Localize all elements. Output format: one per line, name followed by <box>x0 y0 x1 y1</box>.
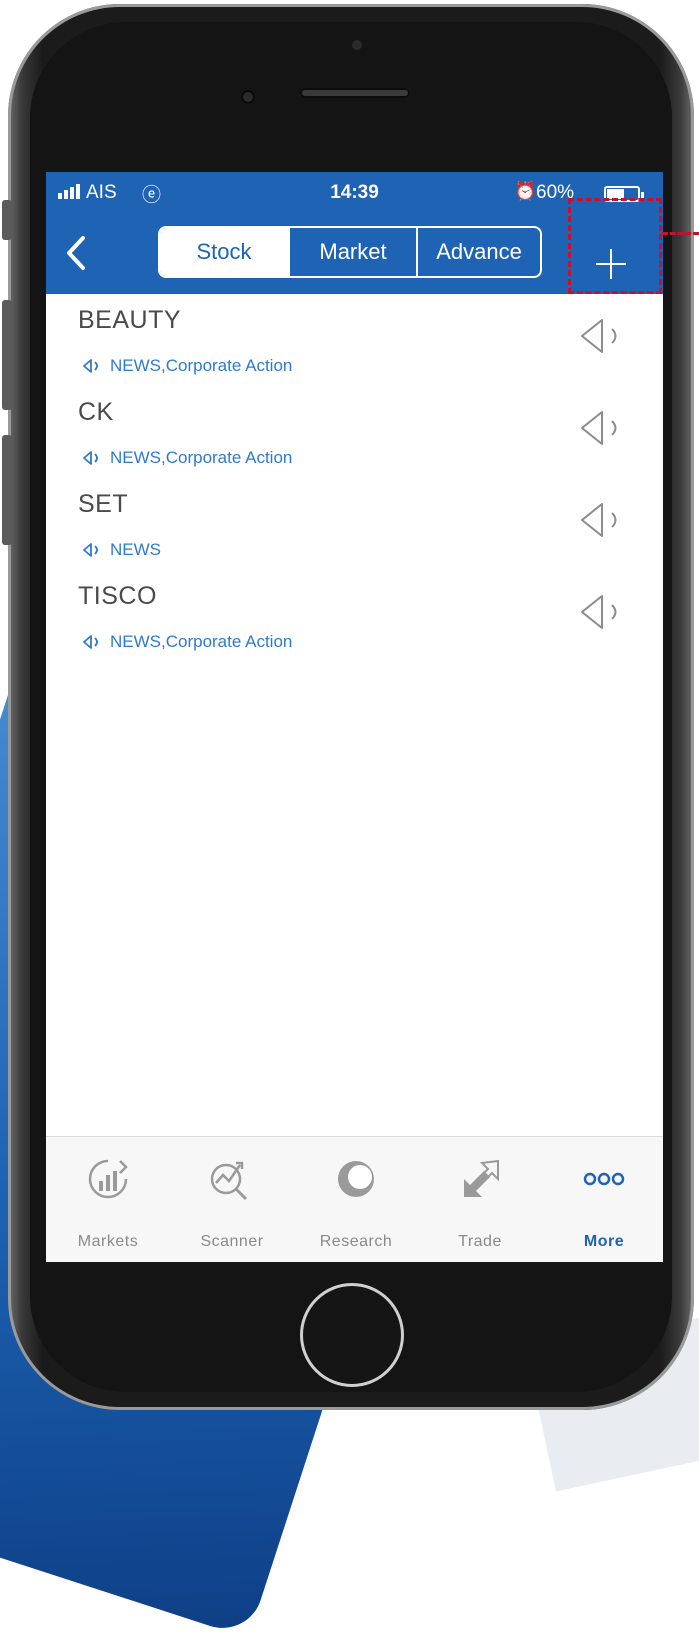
segmented-control: Stock Market Advance <box>158 226 542 278</box>
bottom-tab-bar: Markets Scanner Research Trade More <box>46 1136 663 1262</box>
alert-types-label: NEWS <box>110 540 161 559</box>
alert-types-label: NEWS,Corporate Action <box>110 632 293 651</box>
trade-icon <box>464 1159 499 1197</box>
app-screen: AIS ⓔ 14:39 ⏰ 60% Stock Market Advance B… <box>46 172 663 1262</box>
alert-list: BEAUTY NEWS,Corporate Action CK NEWS,Cor… <box>46 294 663 662</box>
tab-label: Research <box>319 1233 393 1250</box>
stock-symbol: CK <box>78 398 114 426</box>
alert-toggle-button[interactable] <box>576 314 628 358</box>
highlight-box <box>568 198 662 294</box>
tab-scanner[interactable]: Scanner <box>170 1137 294 1262</box>
tab-label: Markets <box>77 1233 139 1250</box>
tab-stock[interactable]: Stock <box>160 228 288 276</box>
speaker-icon <box>83 543 98 557</box>
chevron-left-icon <box>67 236 85 270</box>
tab-label: More <box>583 1233 625 1250</box>
alert-toggle-button[interactable] <box>576 406 628 450</box>
earpiece-speaker <box>300 88 410 98</box>
markets-icon <box>88 1159 128 1199</box>
speaker-icon <box>581 319 617 353</box>
alert-types: NEWS,Corporate Action <box>82 356 292 376</box>
tab-advance[interactable]: Advance <box>416 228 540 276</box>
speaker-icon <box>83 451 98 465</box>
proximity-sensor <box>352 40 362 50</box>
speaker-icon <box>581 595 617 629</box>
list-item[interactable]: SET NEWS <box>46 478 663 570</box>
alert-types-label: NEWS,Corporate Action <box>110 356 293 375</box>
stock-symbol: BEAUTY <box>78 306 182 334</box>
alert-types-label: NEWS,Corporate Action <box>110 448 293 467</box>
stock-symbol: TISCO <box>78 582 157 610</box>
alert-types: NEWS,Corporate Action <box>82 632 292 652</box>
highlight-pointer <box>662 232 699 235</box>
home-button[interactable] <box>300 1283 404 1387</box>
list-item[interactable]: BEAUTY NEWS,Corporate Action <box>46 294 663 386</box>
front-camera <box>241 90 255 104</box>
alert-types: NEWS,Corporate Action <box>82 448 292 468</box>
speaker-icon <box>581 503 617 537</box>
list-item[interactable]: TISCO NEWS,Corporate Action <box>46 570 663 662</box>
volume-down-button <box>2 435 12 545</box>
tab-research[interactable]: Research <box>294 1137 418 1262</box>
scanner-icon <box>210 1161 248 1201</box>
alert-types: NEWS <box>82 540 161 560</box>
tab-more[interactable]: More <box>542 1137 663 1262</box>
more-icon <box>583 1172 625 1186</box>
back-button[interactable] <box>56 228 96 278</box>
speaker-icon <box>83 635 98 649</box>
alarm-icon: ⏰ <box>514 181 537 201</box>
alert-toggle-button[interactable] <box>576 498 628 542</box>
tab-trade[interactable]: Trade <box>418 1137 542 1262</box>
tab-markets[interactable]: Markets <box>46 1137 170 1262</box>
speaker-icon <box>581 411 617 445</box>
list-item[interactable]: CK NEWS,Corporate Action <box>46 386 663 478</box>
tab-label: Scanner <box>200 1233 264 1250</box>
tab-label: Trade <box>458 1233 502 1250</box>
stock-symbol: SET <box>78 490 129 518</box>
research-icon <box>338 1161 374 1197</box>
alert-toggle-button[interactable] <box>576 590 628 634</box>
speaker-icon <box>83 359 98 373</box>
volume-up-button <box>2 300 12 410</box>
tab-market[interactable]: Market <box>288 228 416 276</box>
mute-switch <box>2 200 12 240</box>
